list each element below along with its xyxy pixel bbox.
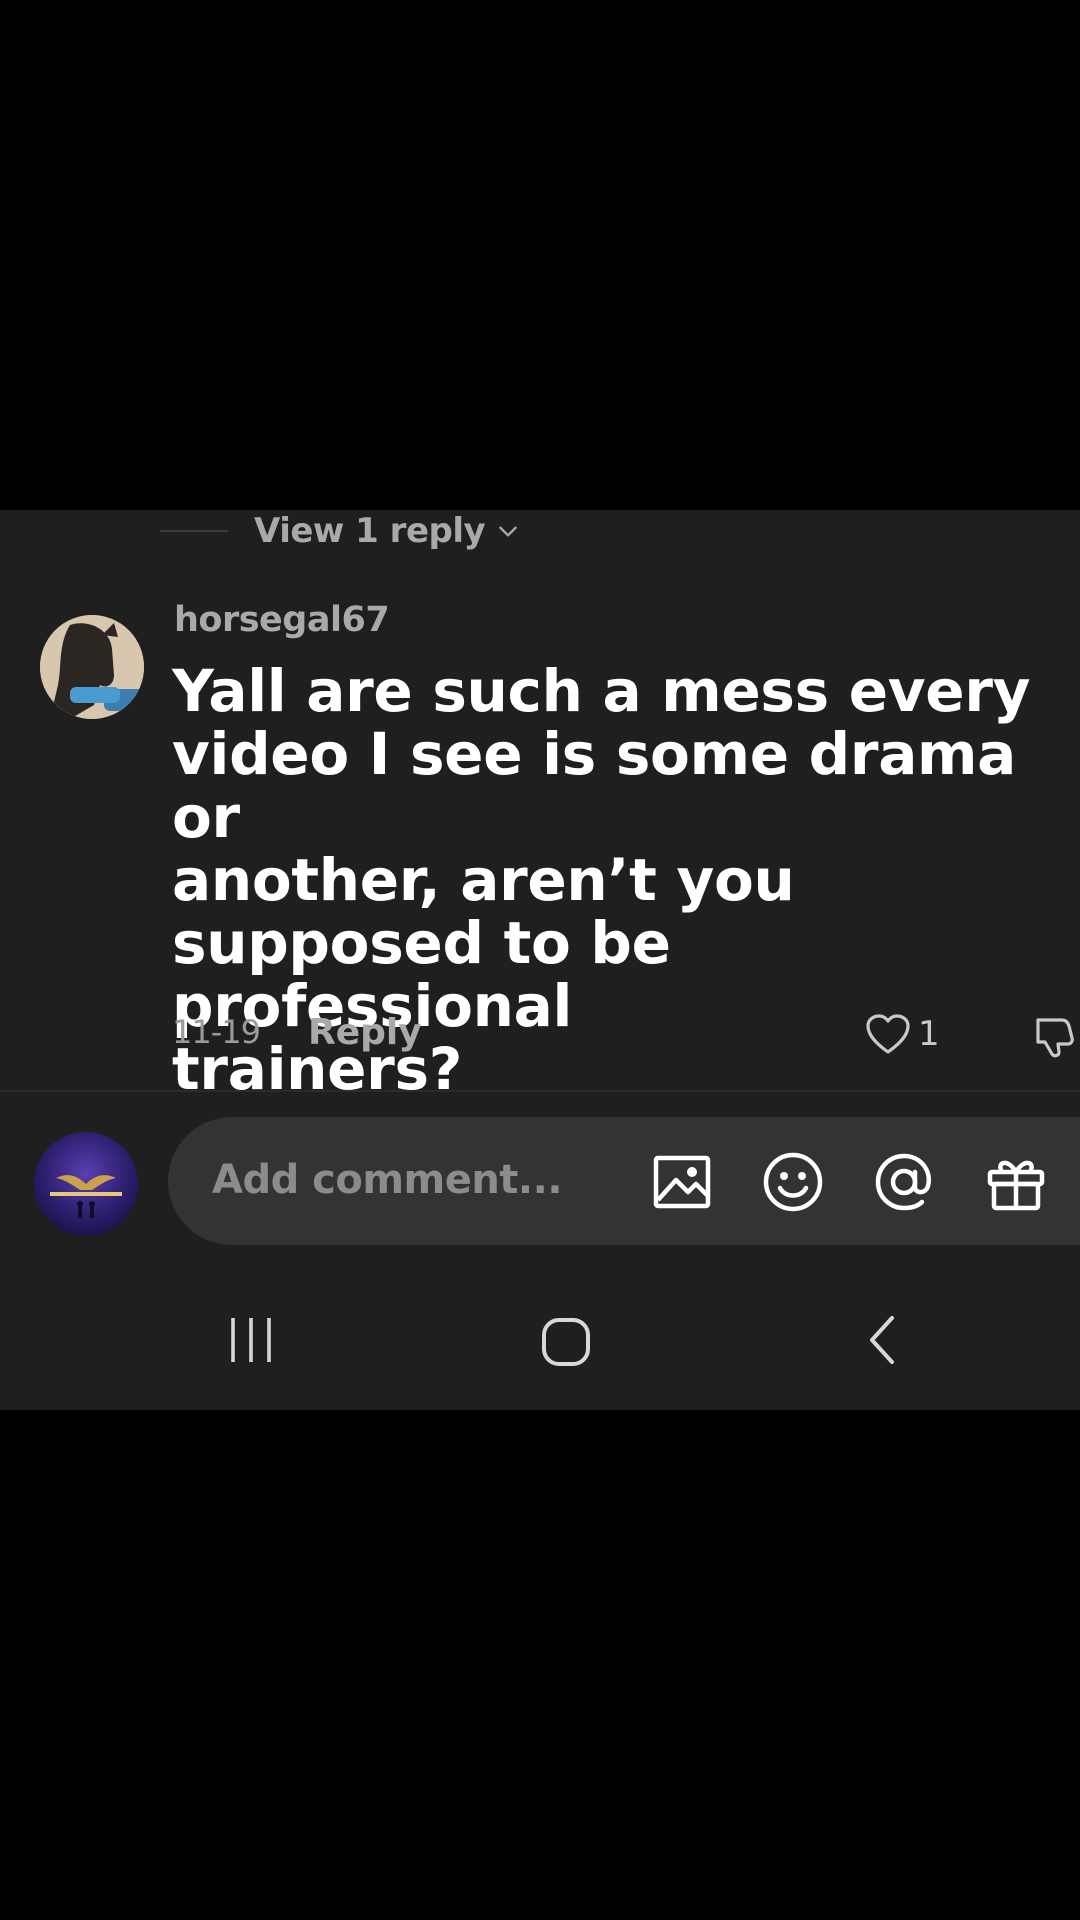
reply-button[interactable]: Reply xyxy=(308,1012,422,1053)
comment-input[interactable]: Add comment... xyxy=(168,1117,1080,1245)
divider xyxy=(0,1090,1080,1092)
at-icon[interactable] xyxy=(872,1150,936,1214)
heart-icon xyxy=(866,1014,910,1054)
image-icon[interactable] xyxy=(650,1150,714,1214)
thumbs-down-icon[interactable] xyxy=(1032,1012,1080,1060)
logo-avatar-image xyxy=(50,1175,122,1218)
emoji-icon[interactable] xyxy=(761,1150,825,1214)
comment-date: 11-19 xyxy=(172,1013,261,1051)
thread-line xyxy=(160,530,228,532)
horse-avatar-image xyxy=(40,615,144,719)
comment-meta: 11-19 Reply xyxy=(172,1010,422,1054)
view-replies-button[interactable]: View 1 reply xyxy=(160,510,521,552)
home-icon[interactable] xyxy=(540,1310,592,1370)
view-replies-label: View 1 reply xyxy=(254,511,486,551)
back-icon[interactable] xyxy=(862,1310,902,1370)
avatar[interactable] xyxy=(40,615,144,719)
recents-icon[interactable] xyxy=(226,1310,276,1370)
comment-input-placeholder: Add comment... xyxy=(212,1157,563,1203)
chevron-down-icon xyxy=(499,526,517,537)
gift-icon[interactable] xyxy=(984,1150,1048,1214)
like-button[interactable]: 1 xyxy=(864,1010,940,1058)
comment-username[interactable]: horsegal67 xyxy=(174,600,390,640)
my-avatar[interactable] xyxy=(34,1132,138,1236)
like-count: 1 xyxy=(918,1014,940,1054)
